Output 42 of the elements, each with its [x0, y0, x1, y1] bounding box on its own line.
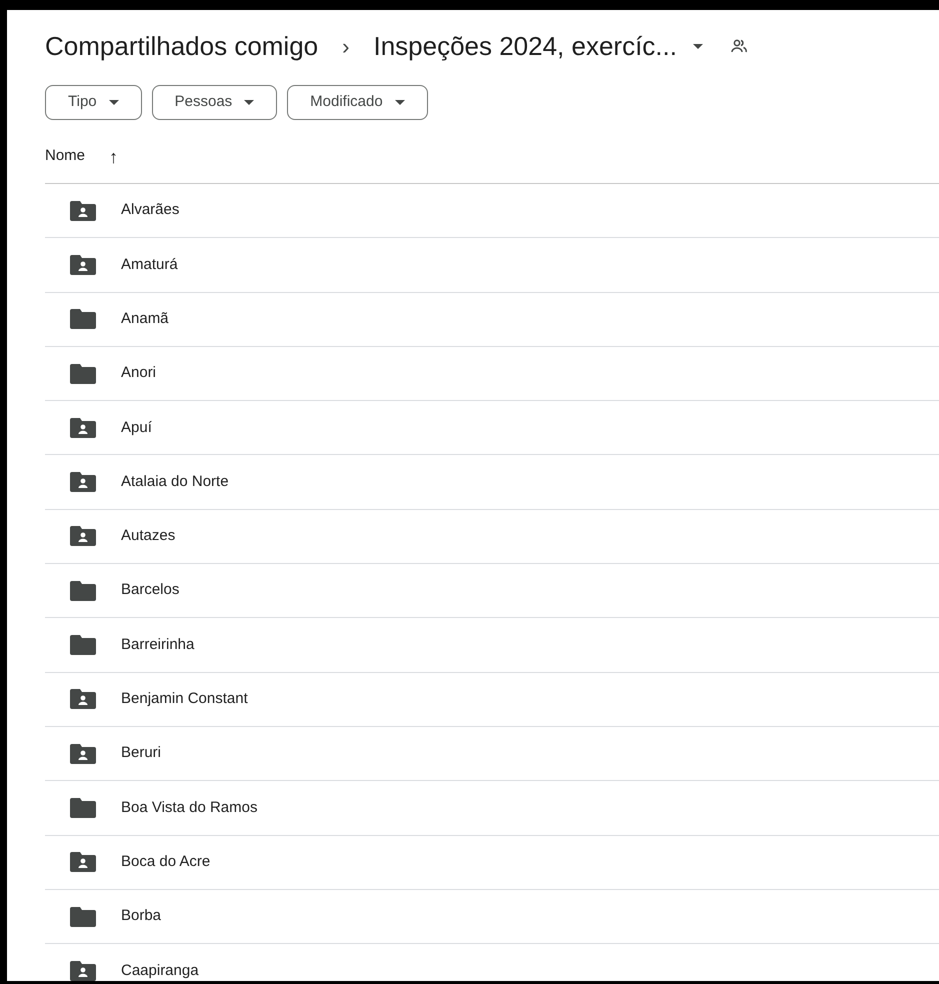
folder-name[interactable]: Boa Vista do Ramos [121, 796, 258, 820]
folder-name[interactable]: Benjamin Constant [121, 688, 248, 711]
shared-folder-icon [70, 200, 96, 221]
folder-name[interactable]: Anori [121, 362, 156, 385]
shared-folder-icon [70, 852, 96, 872]
folder-icon [70, 798, 96, 818]
caret-icon [108, 100, 119, 105]
filter-chip[interactable]: Pessoas [152, 85, 278, 120]
sort-arrow[interactable]: ↑ [109, 148, 118, 166]
folder-name[interactable]: Caapiranga [121, 960, 199, 981]
folder-name[interactable]: Beruri [121, 742, 162, 765]
shared-folder-icon [70, 418, 96, 438]
folder-name[interactable]: Atalaia do Norte [121, 470, 229, 494]
current-folder-button[interactable]: Inspeções 2024, exercíc... [373, 26, 703, 66]
shared-folder-icon [70, 744, 96, 764]
folder-name[interactable]: Apuí [121, 416, 152, 440]
folder-name[interactable]: Barcelos [121, 579, 180, 602]
shared-folder-icon [70, 689, 96, 710]
folder-name[interactable]: Boca do Acre [121, 850, 210, 874]
folder-name[interactable]: Anamã [121, 308, 169, 330]
folder-name[interactable]: Autazes [121, 525, 176, 548]
folder-icon [70, 635, 96, 656]
shared-folder-icon [70, 526, 96, 546]
folder-icon [70, 364, 96, 384]
caret-icon [692, 44, 703, 48]
folder-icon [70, 906, 96, 926]
shared-folder-icon [70, 472, 96, 492]
folder-icon [70, 309, 96, 330]
folder-name[interactable]: Amaturá [121, 254, 178, 276]
breadcrumb-link[interactable]: Compartilhados comigo [45, 26, 318, 66]
folder-name[interactable]: Borba [121, 905, 162, 928]
shared-folder-icon [70, 254, 96, 275]
filter-chip[interactable]: Tipo [45, 85, 142, 120]
folder-name[interactable]: Alvarães [121, 199, 180, 222]
filter-chip[interactable]: Modificado [287, 85, 428, 120]
name-column-header[interactable]: Nome [45, 145, 86, 168]
caret-icon [394, 100, 405, 105]
people-icon [730, 39, 747, 53]
caret-icon [244, 100, 254, 105]
breadcrumb-separator: › [341, 32, 350, 60]
folder-name[interactable]: Barreirinha [121, 634, 194, 656]
folder-icon [70, 580, 96, 601]
